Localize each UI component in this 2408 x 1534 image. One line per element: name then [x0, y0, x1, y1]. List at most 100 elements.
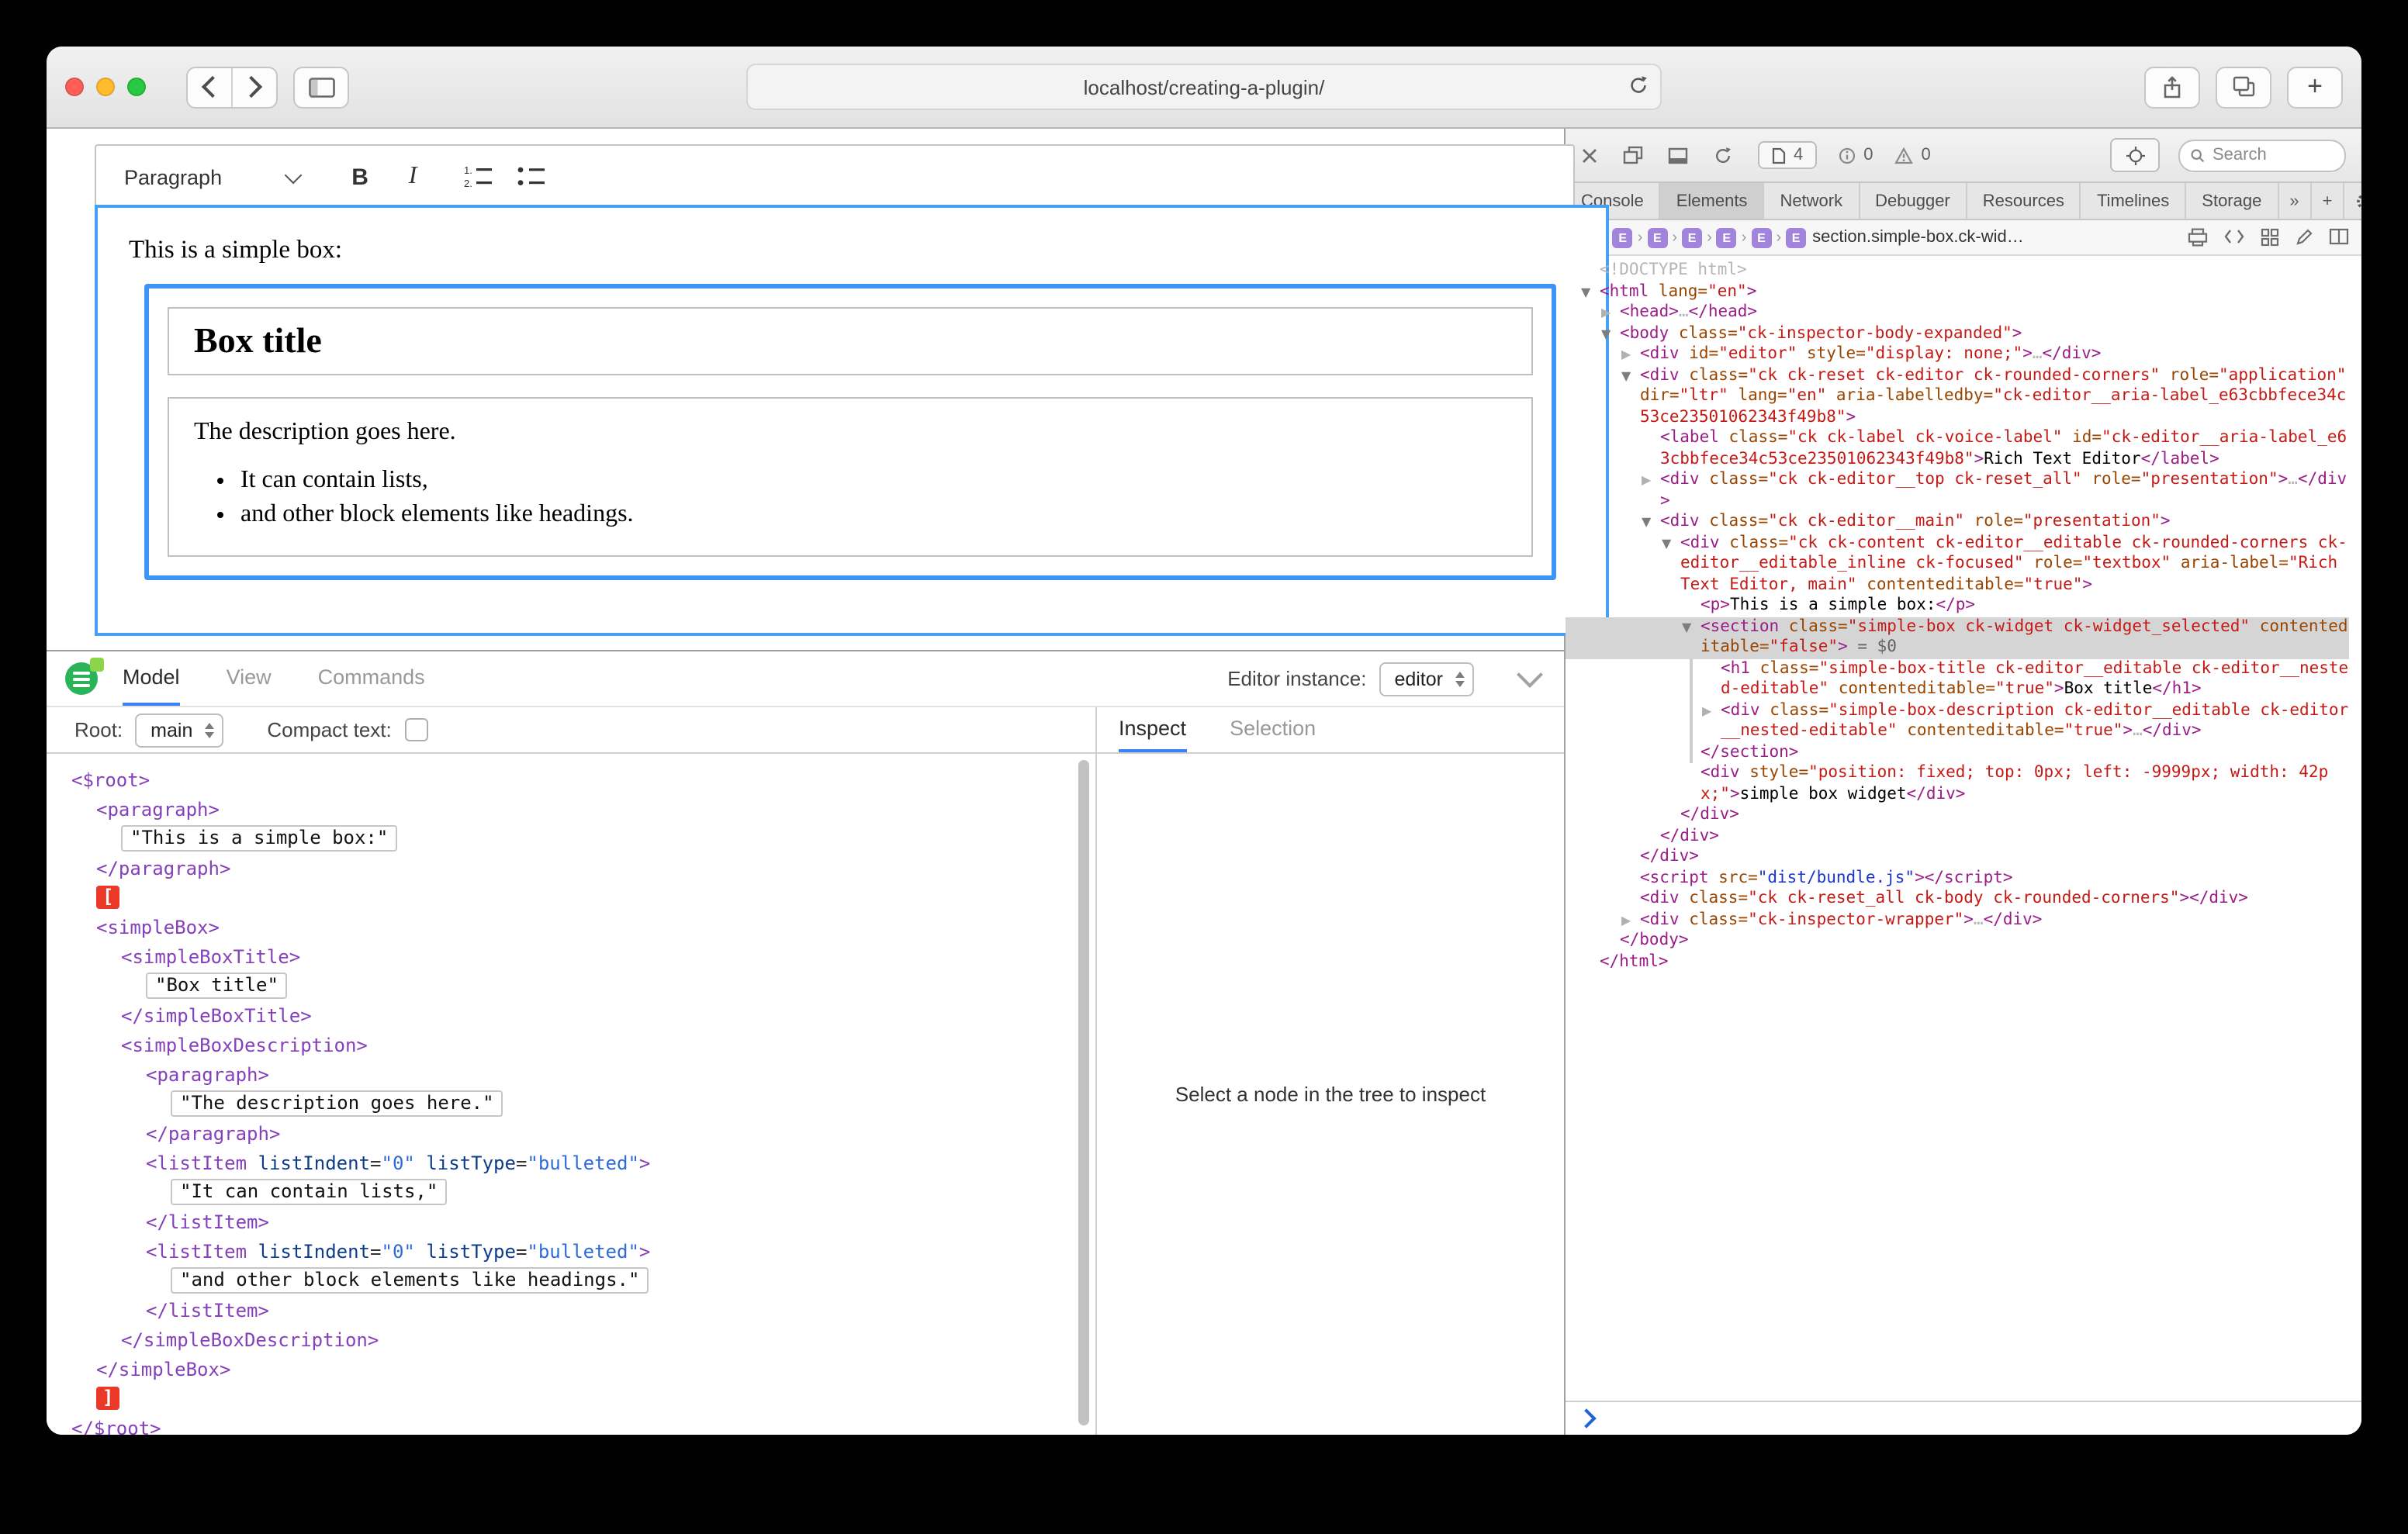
- breadcrumb-item[interactable]: E: [1647, 227, 1667, 247]
- dom-tree-line[interactable]: <!DOCTYPE html>: [1566, 261, 2349, 282]
- expand-arrow-icon[interactable]: ▶: [1702, 700, 1719, 721]
- rich-text-editor[interactable]: This is a simple box: Box title The desc…: [95, 205, 1609, 636]
- dom-tree-line[interactable]: ▼<section class="simple-box ck-widget ck…: [1566, 617, 2349, 658]
- dom-tree-line[interactable]: ▼<div class="ck ck-reset ck-editor ck-ro…: [1566, 365, 2349, 428]
- model-tree-line[interactable]: <simpleBox>: [68, 912, 1095, 941]
- breadcrumb-item[interactable]: E: [1751, 227, 1771, 247]
- model-tree-line[interactable]: </listItem>: [68, 1207, 1095, 1236]
- web-inspector-tab-resources[interactable]: Resources: [1967, 183, 2081, 219]
- grid-icon[interactable]: [2261, 228, 2279, 247]
- breadcrumb-item[interactable]: E: [1613, 227, 1633, 247]
- dom-tree-line[interactable]: ▼<div class="ck ck-editor__main" role="p…: [1566, 512, 2349, 533]
- expand-arrow-icon[interactable]: ▶: [1621, 344, 1638, 365]
- resource-count[interactable]: 4: [1758, 141, 1817, 169]
- editor-paragraph[interactable]: This is a simple box:: [129, 234, 1578, 265]
- web-inspector-tab-debugger[interactable]: Debugger: [1860, 183, 1967, 219]
- new-tab-button[interactable]: +: [2287, 66, 2343, 108]
- back-button[interactable]: [188, 67, 231, 106]
- model-tree-line[interactable]: <simpleBoxDescription>: [68, 1030, 1095, 1059]
- dom-tree-line[interactable]: ▼<div class="ck ck-content ck-editor__ed…: [1566, 533, 2349, 596]
- dom-tree-line[interactable]: <script src="dist/bundle.js"></script>: [1566, 868, 2349, 889]
- dom-tree-line[interactable]: </div>: [1566, 847, 2349, 868]
- expand-arrow-icon[interactable]: ▶: [1642, 470, 1659, 491]
- bold-button[interactable]: B: [337, 154, 383, 200]
- forward-button[interactable]: [231, 67, 276, 106]
- collapse-inspector-button[interactable]: [1521, 673, 1539, 684]
- breadcrumb-item[interactable]: E: [1682, 227, 1702, 247]
- collapse-arrow-icon[interactable]: ▼: [1682, 617, 1699, 637]
- add-tab-button[interactable]: +: [2312, 183, 2345, 219]
- numbered-list-button[interactable]: 1. 2.: [455, 154, 501, 200]
- model-tree-line[interactable]: "It can contain lists,": [68, 1177, 1095, 1207]
- sidebar-toggle-button[interactable]: [293, 66, 349, 108]
- dom-tree-line[interactable]: </html>: [1566, 952, 2349, 973]
- dom-tree-line[interactable]: ▼<body class="ck-inspector-body-expanded…: [1566, 323, 2349, 344]
- model-tree-line[interactable]: </$root>: [68, 1413, 1095, 1435]
- expand-arrow-icon[interactable]: ▶: [1601, 302, 1618, 323]
- dom-tree-line[interactable]: ▼<html lang="en">: [1566, 282, 2349, 302]
- model-tree-line[interactable]: </simpleBoxDescription>: [68, 1325, 1095, 1354]
- web-inspector-tab-storage[interactable]: Storage: [2186, 183, 2278, 219]
- model-tree-line[interactable]: ]: [68, 1384, 1095, 1413]
- collapse-arrow-icon[interactable]: ▼: [1601, 323, 1618, 344]
- model-tree-line[interactable]: <listItem listIndent="0" listType="bulle…: [68, 1236, 1095, 1266]
- dom-tree-line[interactable]: </section>: [1566, 742, 2349, 763]
- inspector-tab-model[interactable]: Model: [123, 651, 180, 706]
- simple-box-widget[interactable]: Box title The description goes here. It …: [144, 284, 1556, 580]
- share-button[interactable]: [2144, 66, 2200, 108]
- breadcrumb-item[interactable]: E: [1717, 227, 1737, 247]
- breadcrumb-item[interactable]: Esection.simple-box.ck-wid…: [1786, 227, 2024, 247]
- inspector-side-tab-selection[interactable]: Selection: [1230, 707, 1316, 752]
- dom-tree-line[interactable]: ▶<head>…</head>: [1566, 302, 2349, 323]
- collapse-arrow-icon[interactable]: ▼: [1621, 365, 1638, 386]
- model-tree-line[interactable]: </simpleBoxTitle>: [68, 1000, 1095, 1030]
- heading-dropdown[interactable]: Paragraph: [109, 154, 315, 200]
- address-bar[interactable]: localhost/creating-a-plugin/: [746, 64, 1662, 110]
- reload-button[interactable]: [1628, 74, 1649, 96]
- model-tree-line[interactable]: <$root>: [68, 765, 1095, 794]
- model-tree-line[interactable]: </simpleBox>: [68, 1354, 1095, 1384]
- collapse-arrow-icon[interactable]: ▼: [1581, 282, 1598, 302]
- inspector-side-tab-inspect[interactable]: Inspect: [1119, 707, 1186, 752]
- list-item[interactable]: and other block elements like headings.: [240, 497, 1507, 530]
- dom-tree-line[interactable]: <h1 class="simple-box-title ck-editor__e…: [1566, 658, 2349, 700]
- split-view-icon[interactable]: [2329, 228, 2349, 245]
- print-icon[interactable]: [2188, 228, 2208, 247]
- settings-button[interactable]: [2344, 183, 2361, 219]
- scrollbar-thumb[interactable]: [1078, 760, 1089, 1425]
- dom-tree-line[interactable]: <label class="ck ck-label ck-voice-label…: [1566, 428, 2349, 470]
- model-tree-line[interactable]: </paragraph>: [68, 853, 1095, 883]
- model-tree-line[interactable]: "This is a simple box:": [68, 824, 1095, 853]
- inspector-tab-commands[interactable]: Commands: [318, 651, 425, 706]
- inspector-tab-view[interactable]: View: [227, 651, 272, 706]
- collapse-arrow-icon[interactable]: ▼: [1662, 533, 1679, 554]
- model-tree-line[interactable]: "and other block elements like headings.…: [68, 1266, 1095, 1295]
- model-tree-line[interactable]: <listItem listIndent="0" listType="bulle…: [68, 1148, 1095, 1177]
- element-picker-button[interactable]: [2110, 138, 2160, 172]
- simple-box-description[interactable]: The description goes here. It can contai…: [168, 397, 1533, 557]
- model-tree-line[interactable]: <simpleBoxTitle>: [68, 941, 1095, 971]
- show-all-tabs-button[interactable]: [2216, 66, 2271, 108]
- web-inspector-tab-timelines[interactable]: Timelines: [2081, 183, 2186, 219]
- dom-tree-line[interactable]: ▶<div class="ck-inspector-wrapper">…</di…: [1566, 910, 2349, 931]
- model-tree-line[interactable]: </paragraph>: [68, 1118, 1095, 1148]
- model-tree-line[interactable]: "Box title": [68, 971, 1095, 1000]
- dom-tree-line[interactable]: <p>This is a simple box:</p>: [1566, 596, 2349, 617]
- dom-tree-line[interactable]: ▶<div id="editor" style="display: none;"…: [1566, 344, 2349, 365]
- dom-tree-line[interactable]: <div class="ck ck-reset_all ck-body ck-r…: [1566, 889, 2349, 910]
- model-tree-line[interactable]: <paragraph>: [68, 1059, 1095, 1089]
- dom-tree-line[interactable]: </div>: [1566, 805, 2349, 826]
- model-tree-line[interactable]: <paragraph>: [68, 794, 1095, 824]
- compact-text-checkbox[interactable]: [406, 718, 429, 741]
- search-input[interactable]: Search: [2178, 139, 2346, 171]
- root-select[interactable]: main: [135, 713, 223, 747]
- zoom-window-button[interactable]: [127, 78, 146, 96]
- close-window-button[interactable]: [65, 78, 84, 96]
- expand-arrow-icon[interactable]: ▶: [1621, 910, 1638, 931]
- close-inspector-button[interactable]: [1581, 147, 1598, 164]
- dom-tree-line[interactable]: ▶<div class="ck ck-editor__top ck-reset_…: [1566, 470, 2349, 512]
- web-inspector-tab-network[interactable]: Network: [1764, 183, 1860, 219]
- code-brackets-icon[interactable]: [2223, 228, 2245, 245]
- minimize-window-button[interactable]: [96, 78, 115, 96]
- dom-tree-line[interactable]: </div>: [1566, 826, 2349, 847]
